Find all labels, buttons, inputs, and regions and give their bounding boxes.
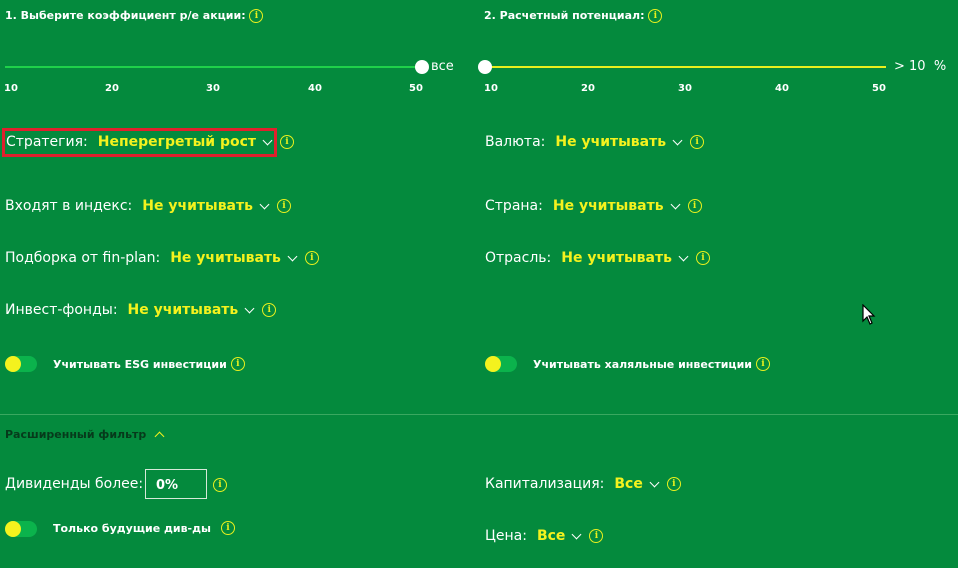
esg-toggle[interactable] [5, 356, 37, 372]
invest-funds-filter[interactable]: Инвест-фонды: Не учитывать i [5, 302, 277, 318]
future-divs-toggle-label: Только будущие див-ды i [53, 521, 235, 535]
potential-tick: 20 [581, 83, 595, 94]
halal-toggle[interactable] [485, 356, 517, 372]
currency-label: Валюта: [485, 134, 546, 150]
dividends-filter: Дивиденды более: [5, 476, 143, 492]
info-icon[interactable]: i [589, 529, 604, 543]
index-label: Входят в индекс: [5, 198, 133, 214]
info-icon[interactable]: i [690, 135, 705, 149]
strategy-value[interactable]: Неперегретый рост [98, 134, 256, 150]
chevron-down-icon[interactable] [262, 135, 273, 145]
price-filter[interactable]: Цена: Все i [485, 528, 604, 544]
country-filter[interactable]: Страна: Не учитывать i [485, 198, 702, 214]
info-icon[interactable]: i [756, 357, 770, 371]
fin-plan-label: Подборка от fin-plan: [5, 250, 161, 266]
chevron-down-icon[interactable] [244, 303, 255, 313]
toggle-knob [5, 356, 21, 372]
price-value[interactable]: Все [537, 528, 565, 544]
fin-plan-filter[interactable]: Подборка от fin-plan: Не учитывать i [5, 250, 319, 266]
chevron-up-icon[interactable] [154, 431, 165, 442]
chevron-down-icon[interactable] [259, 199, 270, 209]
info-icon[interactable]: i [230, 357, 245, 371]
potential-tick: 50 [872, 83, 886, 94]
pe-tick: 30 [206, 83, 220, 94]
potential-slider-handle[interactable] [478, 60, 492, 74]
potential-tick: 30 [678, 83, 692, 94]
chevron-down-icon[interactable] [678, 251, 689, 261]
toggle-knob [485, 356, 501, 372]
capitalization-filter[interactable]: Капитализация: Все i [485, 476, 681, 492]
price-label: Цена: [485, 528, 527, 544]
currency-filter[interactable]: Валюта: Не учитывать i [485, 134, 705, 150]
chevron-down-icon[interactable] [571, 529, 582, 539]
capitalization-label: Капитализация: [485, 476, 605, 492]
index-value[interactable]: Не учитывать [142, 198, 253, 214]
pe-slider-end-label: все [431, 59, 454, 74]
toggle-knob [5, 521, 21, 537]
mouse-cursor-icon [862, 304, 876, 325]
pe-slider-track[interactable] [5, 66, 423, 68]
info-icon[interactable]: i [666, 477, 681, 491]
industry-value[interactable]: Не учитывать [561, 250, 672, 266]
info-icon[interactable]: i [249, 9, 264, 23]
strategy-filter[interactable]: Стратегия: Неперегретый рост i [6, 134, 295, 150]
strategy-label: Стратегия: [6, 134, 88, 150]
dividends-input[interactable]: 0% [145, 469, 207, 499]
invest-funds-label: Инвест-фонды: [5, 302, 118, 318]
info-icon[interactable]: i [687, 199, 702, 213]
pe-slider-title: 1. Выберите коэффициент p/e акции: i [5, 9, 264, 23]
chevron-down-icon[interactable] [287, 251, 298, 261]
info-icon[interactable]: i [213, 478, 227, 492]
pe-tick: 20 [105, 83, 119, 94]
index-filter[interactable]: Входят в индекс: Не учитывать i [5, 198, 291, 214]
esg-toggle-label: Учитывать ESG инвестиции i [53, 357, 245, 371]
info-icon[interactable]: i [304, 251, 319, 265]
future-divs-toggle[interactable] [5, 521, 37, 537]
potential-slider-end-label: > 10 % [894, 59, 947, 74]
country-value[interactable]: Не учитывать [553, 198, 664, 214]
industry-filter[interactable]: Отрасль: Не учитывать i [485, 250, 710, 266]
pe-tick: 10 [4, 83, 18, 94]
potential-tick: 40 [775, 83, 789, 94]
invest-funds-value[interactable]: Не учитывать [128, 302, 239, 318]
info-icon[interactable]: i [695, 251, 710, 265]
pe-tick: 50 [409, 83, 423, 94]
section-divider [0, 414, 958, 415]
info-icon[interactable]: i [220, 521, 235, 535]
dividends-label: Дивиденды более: [5, 476, 144, 492]
info-icon[interactable]: i [276, 199, 291, 213]
pe-slider-handle[interactable] [415, 60, 429, 74]
potential-tick: 10 [484, 83, 498, 94]
info-icon[interactable]: i [262, 303, 277, 317]
advanced-filter-toggle[interactable]: Расширенный фильтр [5, 428, 165, 442]
country-label: Страна: [485, 198, 543, 214]
chevron-down-icon[interactable] [649, 477, 660, 487]
fin-plan-value[interactable]: Не учитывать [170, 250, 281, 266]
info-icon[interactable]: i [648, 9, 663, 23]
chevron-down-icon[interactable] [670, 199, 680, 209]
pe-tick: 40 [308, 83, 322, 94]
halal-toggle-label: Учитывать халяльные инвестиции i [533, 357, 770, 371]
capitalization-value[interactable]: Все [614, 476, 642, 492]
currency-value[interactable]: Не учитывать [555, 134, 666, 150]
potential-slider-track[interactable] [485, 66, 886, 68]
info-icon[interactable]: i [280, 135, 295, 149]
chevron-down-icon[interactable] [672, 135, 683, 145]
industry-label: Отрасль: [485, 250, 552, 266]
potential-slider-title: 2. Расчетный потенциал: i [484, 9, 663, 23]
